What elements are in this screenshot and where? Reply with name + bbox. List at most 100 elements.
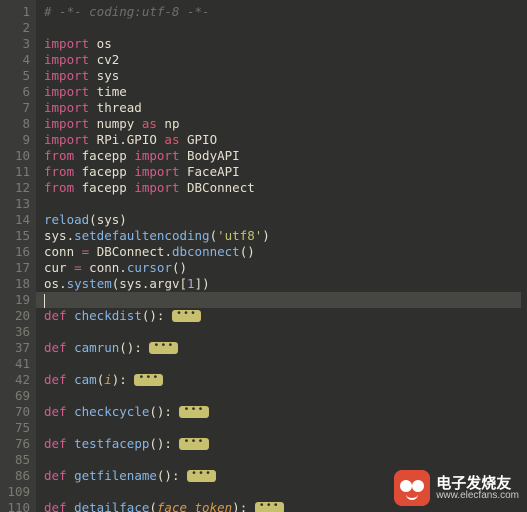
token-fn: camrun — [74, 340, 119, 355]
comment-line[interactable]: # -*- coding:utf-8 -*- — [44, 4, 521, 20]
token-kw: def — [44, 308, 74, 323]
line-number: 16 — [2, 244, 30, 260]
token-var: os — [89, 36, 112, 51]
token-var: sys — [44, 228, 67, 243]
token-var: DBConnect — [179, 180, 254, 195]
token-var: facepp — [74, 148, 134, 163]
token-fn: getfilename — [74, 468, 157, 483]
code-editor[interactable]: 1234567891011121314151617181920363741426… — [0, 0, 527, 512]
token-kw: def — [44, 340, 74, 355]
token-par: ]) — [195, 276, 210, 291]
token-call: reload — [44, 212, 89, 227]
blank-line[interactable] — [44, 196, 521, 212]
import-line[interactable]: import time — [44, 84, 521, 100]
token-as: as — [142, 116, 157, 131]
def-line[interactable]: def checkdist(): ••• — [44, 308, 521, 324]
line-number: 41 — [2, 356, 30, 372]
token-kw: from — [44, 180, 74, 195]
token-par: (): — [149, 436, 172, 451]
token-call: cursor — [127, 260, 172, 275]
token-par: (): — [157, 468, 180, 483]
line-number: 70 — [2, 404, 30, 420]
token-fn: cam — [74, 372, 97, 387]
line-number: 75 — [2, 420, 30, 436]
line-number-gutter: 1234567891011121314151617181920363741426… — [0, 0, 36, 512]
token-var: DBConnect — [89, 244, 164, 259]
line-number: 36 — [2, 324, 30, 340]
token-kw: import — [134, 164, 179, 179]
blank-line[interactable] — [44, 356, 521, 372]
token-var: GPIO — [179, 132, 217, 147]
line-number: 5 — [2, 68, 30, 84]
cursor-line[interactable] — [36, 292, 521, 308]
import-line[interactable]: from facepp import DBConnect — [44, 180, 521, 196]
def-line[interactable]: def camrun(): ••• — [44, 340, 521, 356]
token-kw: import — [44, 84, 89, 99]
line-number: 109 — [2, 484, 30, 500]
token-var: time — [89, 84, 127, 99]
token-par: ( — [210, 228, 218, 243]
blank-line[interactable] — [44, 324, 521, 340]
token-par: . — [164, 244, 172, 259]
token-kw: from — [44, 148, 74, 163]
token-var: os — [44, 276, 59, 291]
token-par: . — [59, 276, 67, 291]
token-kw: import — [134, 180, 179, 195]
brand-logo-icon — [394, 470, 430, 506]
token-par: () — [172, 260, 187, 275]
brand-watermark: 电子发烧友 www.elecfans.com — [394, 470, 519, 506]
token-arg: face_token — [157, 500, 232, 512]
line-number: 14 — [2, 212, 30, 228]
line-number: 3 — [2, 36, 30, 52]
token-var: cur — [44, 260, 74, 275]
stmt-line[interactable]: sys.setdefaultencoding('utf8') — [44, 228, 521, 244]
def-line[interactable]: def checkcycle(): ••• — [44, 404, 521, 420]
blank-line[interactable] — [44, 420, 521, 436]
import-line[interactable]: import RPi.GPIO as GPIO — [44, 132, 521, 148]
token-str: 'utf8' — [217, 228, 262, 243]
blank-line[interactable] — [44, 452, 521, 468]
text-cursor — [44, 294, 45, 308]
import-line[interactable]: import sys — [44, 68, 521, 84]
token-kw: import — [44, 116, 89, 131]
line-number: 20 — [2, 308, 30, 324]
import-line[interactable]: import os — [44, 36, 521, 52]
code-area[interactable]: # -*- coding:utf-8 -*-import osimport cv… — [36, 0, 527, 512]
token-var: conn — [82, 260, 120, 275]
token-call: dbconnect — [172, 244, 240, 259]
fold-marker-icon[interactable]: ••• — [179, 438, 208, 450]
import-line[interactable]: from facepp import BodyAPI — [44, 148, 521, 164]
fold-marker-icon[interactable]: ••• — [172, 310, 201, 322]
stmt-line[interactable]: reload(sys) — [44, 212, 521, 228]
def-line[interactable]: def cam(i): ••• — [44, 372, 521, 388]
line-number: 11 — [2, 164, 30, 180]
fold-marker-icon[interactable]: ••• — [149, 342, 178, 354]
token-par: . — [67, 228, 75, 243]
import-line[interactable]: from facepp import FaceAPI — [44, 164, 521, 180]
fold-marker-icon[interactable]: ••• — [187, 470, 216, 482]
line-number: 85 — [2, 452, 30, 468]
fold-marker-icon[interactable]: ••• — [255, 502, 284, 512]
token-kw: import — [44, 52, 89, 67]
stmt-line[interactable]: os.system(sys.argv[1]) — [44, 276, 521, 292]
def-line[interactable]: def testfacepp(): ••• — [44, 436, 521, 452]
stmt-line[interactable]: cur = conn.cursor() — [44, 260, 521, 276]
line-number: 15 — [2, 228, 30, 244]
stmt-line[interactable]: conn = DBConnect.dbconnect() — [44, 244, 521, 260]
blank-line[interactable] — [44, 20, 521, 36]
fold-marker-icon[interactable]: ••• — [134, 374, 163, 386]
blank-line[interactable] — [44, 388, 521, 404]
token-kw: def — [44, 436, 74, 451]
token-var: conn — [44, 244, 82, 259]
fold-marker-icon[interactable]: ••• — [179, 406, 208, 418]
token-kw: def — [44, 372, 74, 387]
token-var: BodyAPI — [179, 148, 239, 163]
import-line[interactable]: import cv2 — [44, 52, 521, 68]
line-number: 110 — [2, 500, 30, 512]
token-par: () — [240, 244, 255, 259]
import-line[interactable]: import numpy as np — [44, 116, 521, 132]
token-kw: import — [44, 68, 89, 83]
token-var: RPi.GPIO — [89, 132, 164, 147]
import-line[interactable]: import thread — [44, 100, 521, 116]
token-fn: detailface — [74, 500, 149, 512]
